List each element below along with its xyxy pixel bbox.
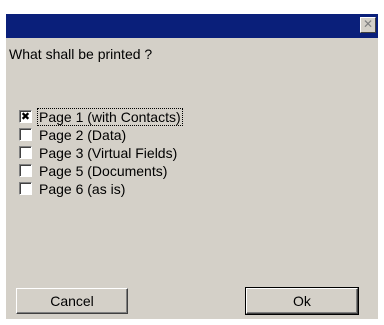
- page-2-label: Page 2 (Data): [39, 127, 127, 143]
- option-page-3[interactable]: Page 3 (Virtual Fields): [19, 144, 189, 162]
- page-3-checkbox[interactable]: [19, 146, 32, 159]
- page-6-checkbox[interactable]: [19, 182, 32, 195]
- page-5-label: Page 5 (Documents): [39, 163, 168, 179]
- title-bar[interactable]: ✕: [6, 14, 378, 38]
- page-1-checkbox[interactable]: ✖: [19, 110, 32, 123]
- option-page-6[interactable]: Page 6 (as is): [19, 180, 189, 198]
- ok-button[interactable]: Ok: [245, 287, 359, 315]
- close-icon[interactable]: ✕: [360, 17, 376, 33]
- option-page-1[interactable]: ✖ Page 1 (with Contacts): [19, 108, 189, 126]
- page-1-label: Page 1 (with Contacts): [37, 108, 183, 126]
- option-page-2[interactable]: Page 2 (Data): [19, 126, 189, 144]
- page-2-checkbox[interactable]: [19, 128, 32, 141]
- dialog-prompt: What shall be printed ?: [9, 46, 153, 62]
- page-5-checkbox[interactable]: [19, 164, 32, 177]
- page-3-label: Page 3 (Virtual Fields): [39, 145, 178, 161]
- page-6-label: Page 6 (as is): [39, 181, 126, 197]
- cancel-button[interactable]: Cancel: [16, 288, 128, 314]
- option-page-5[interactable]: Page 5 (Documents): [19, 162, 189, 180]
- print-dialog: ✕ What shall be printed ? ✖ Page 1 (with…: [6, 14, 378, 319]
